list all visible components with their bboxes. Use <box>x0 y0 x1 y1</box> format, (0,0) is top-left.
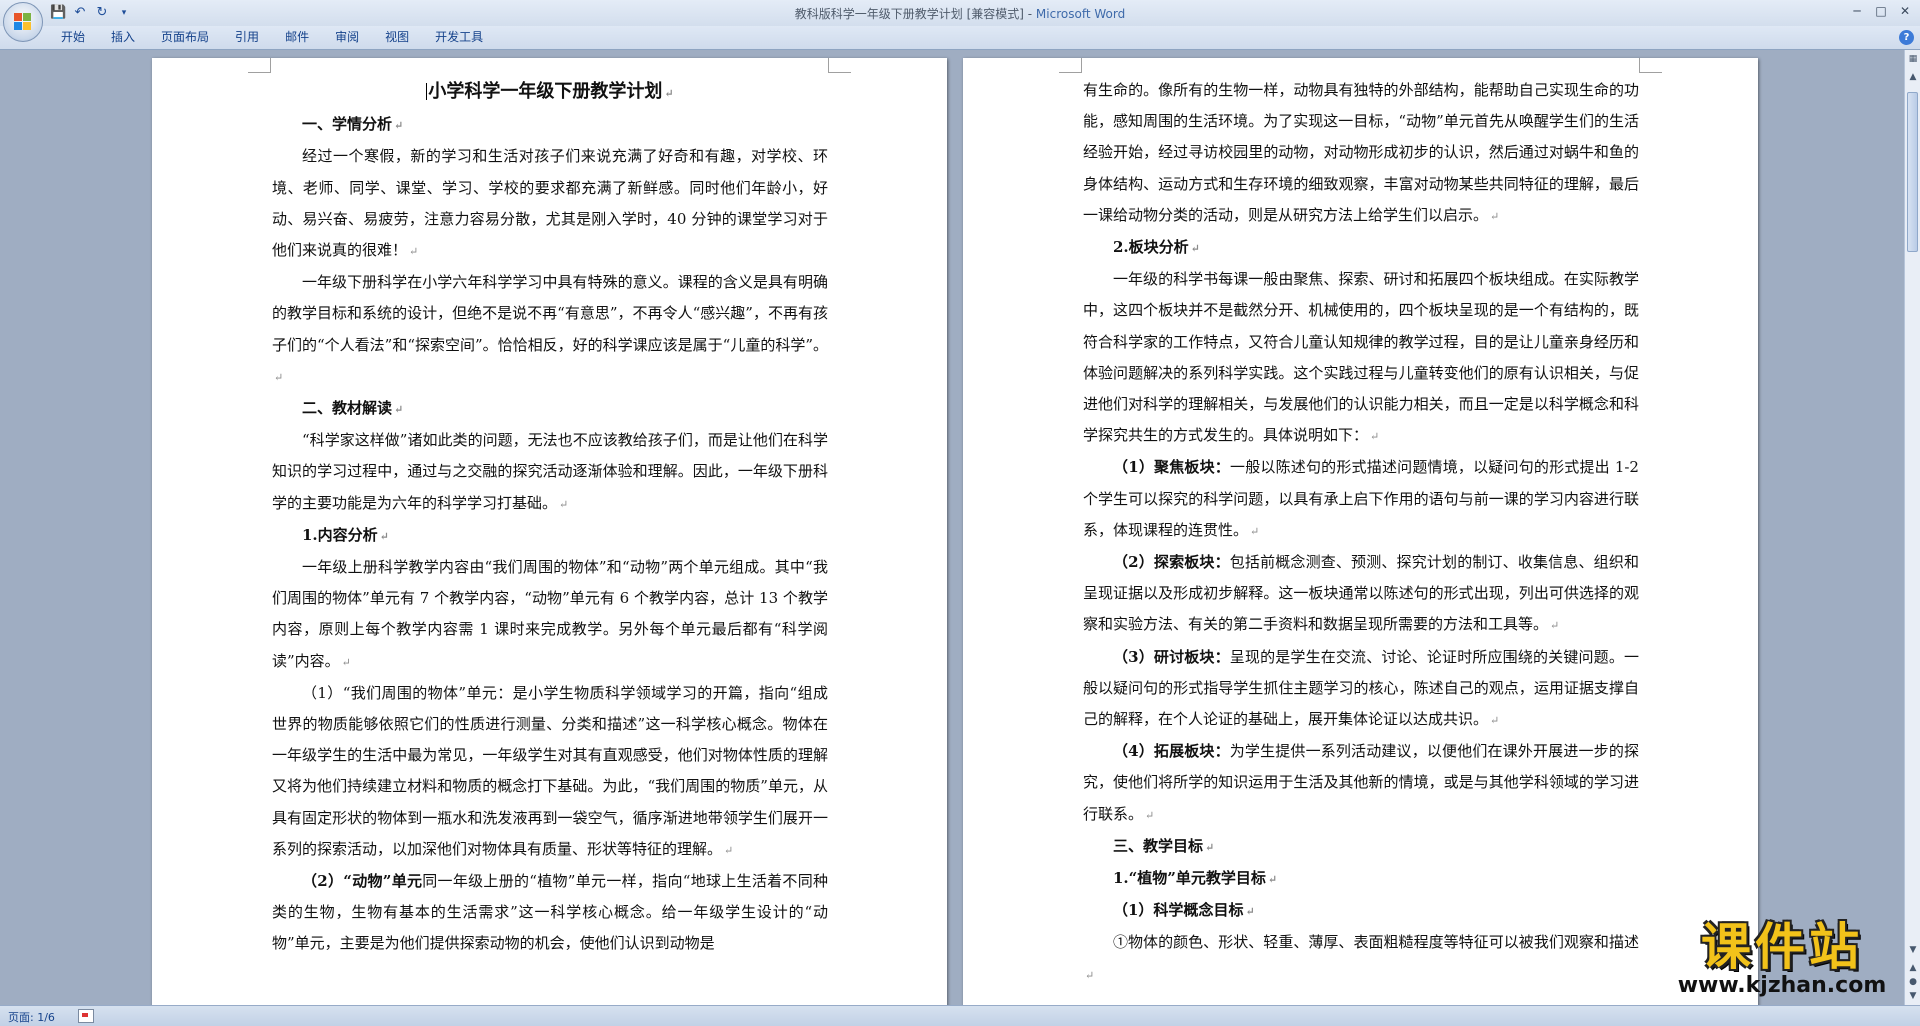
paragraph: “科学家这样做”诸如此类的问题，无法也不应该教给孩子们，而是让他们在科学知识的学… <box>272 431 828 512</box>
crop-mark <box>828 58 851 73</box>
paragraph: 一年级上册科学教学内容由“我们周围的物体”和“动物”两个单元组成。其中“我们周围… <box>272 558 828 670</box>
ribbon-tabs: 开始 插入 页面布局 引用 邮件 审阅 视图 开发工具 <box>48 26 496 49</box>
paragraph: （1）“我们周围的物体”单元：是小学生物质科学领域学习的开篇，指向“组成世界的物… <box>272 683 828 858</box>
scroll-down-icon[interactable]: ▼ <box>1906 943 1920 957</box>
next-page-icon[interactable]: ▼ <box>1906 989 1920 1003</box>
paragraph: （1）聚焦板块：一般以陈述句的形式描述问题情境，以疑问句的形式提出 1-2 个学… <box>1083 458 1639 539</box>
tab-home[interactable]: 开始 <box>48 26 98 49</box>
paragraph: （2）“动物”单元同一年级上册的“植物”单元一样，指向“地球上生活着不同种类的生… <box>272 872 828 953</box>
window-title: 教科版科学一年级下册教学计划 [兼容模式] - Microsoft Word <box>0 5 1920 22</box>
tab-developer[interactable]: 开发工具 <box>422 26 496 49</box>
tab-review[interactable]: 审阅 <box>322 26 372 49</box>
section-heading: 一、学情分析 ↵ <box>302 115 404 134</box>
tab-insert[interactable]: 插入 <box>98 26 148 49</box>
document-page-2[interactable]: 有生命的。像所有的生物一样，动物具有独特的外部结构，能帮助自己实现生命的功能，感… <box>963 58 1758 1005</box>
status-bar: 页面: 1/6 <box>0 1005 1920 1026</box>
section-heading: 1.内容分析 ↵ <box>302 525 389 544</box>
section-heading: （1）科学概念目标 ↵ <box>1113 901 1255 920</box>
window-controls: ─ □ ✕ <box>1846 2 1916 20</box>
ruler-toggle-icon[interactable]: ▦ <box>1906 52 1920 66</box>
document-page-1[interactable]: 小学科学一年级下册教学计划 ↵ 一、学情分析 ↵ 经过一个寒假，新的学习和生活对孩子… <box>152 58 947 1005</box>
section-heading: 三、教学目标 ↵ <box>1113 836 1215 855</box>
page-count[interactable]: 页面: 1/6 <box>8 1009 55 1025</box>
paragraph: 经过一个寒假，新的学习和生活对孩子们来说充满了好奇和有趣，对学校、环境、老师、同… <box>272 147 828 260</box>
vertical-scrollbar[interactable]: ▦ ▲ ▼ ▲ ● ▼ <box>1904 50 1920 1005</box>
minimize-button[interactable]: ─ <box>1846 2 1868 20</box>
crop-mark <box>248 58 271 73</box>
scroll-thumb[interactable] <box>1907 92 1918 252</box>
document-title: 小学科学一年级下册教学计划 ↵ <box>426 81 674 102</box>
title-bar: 💾 ↶ ↻ ▾ 教科版科学一年级下册教学计划 [兼容模式] - Microsof… <box>0 0 1920 26</box>
paragraph: （2）探索板块：包括前概念测查、预测、探究计划的制订、收集信息、组织和呈现证据以… <box>1083 553 1639 634</box>
document-name: 教科版科学一年级下册教学计划 [兼容模式] - <box>794 7 1036 21</box>
browse-object-icon[interactable]: ● <box>1906 975 1920 989</box>
tab-mailings[interactable]: 邮件 <box>272 26 322 49</box>
crop-mark <box>1639 58 1662 73</box>
document-workspace: 小学科学一年级下册教学计划 ↵ 一、学情分析 ↵ 经过一个寒假，新的学习和生活对孩子… <box>0 50 1904 1005</box>
paragraph: 一年级的科学书每课一般由聚焦、探索、研讨和拓展四个板块组成。在实际教学中，这四个… <box>1083 270 1639 445</box>
paragraph: （3）研讨板块：呈现的是学生在交流、讨论、论证时所应围绕的关键问题。一般以疑问句… <box>1083 647 1639 729</box>
tab-references[interactable]: 引用 <box>222 26 272 49</box>
office-button[interactable] <box>3 2 43 42</box>
office-logo-icon <box>14 13 32 31</box>
section-heading: 1.“植物”单元教学目标 ↵ <box>1113 869 1278 888</box>
close-button[interactable]: ✕ <box>1894 2 1916 20</box>
crop-mark <box>1059 58 1082 73</box>
maximize-button[interactable]: □ <box>1870 2 1892 20</box>
tab-view[interactable]: 视图 <box>372 26 422 49</box>
page-2-text: 有生命的。像所有的生物一样，动物具有独特的外部结构，能帮助自己实现生命的功能，感… <box>1083 75 1639 991</box>
proofing-icon[interactable] <box>78 1009 94 1023</box>
paragraph: 有生命的。像所有的生物一样，动物具有独特的外部结构，能帮助自己实现生命的功能，感… <box>1083 81 1639 224</box>
app-name: Microsoft Word <box>1035 7 1126 21</box>
previous-page-icon[interactable]: ▲ <box>1906 961 1920 975</box>
help-icon[interactable]: ? <box>1899 30 1914 45</box>
paragraph: 一年级下册科学在小学六年科学学习中具有特殊的意义。课程的含义是具有明确的教学目标… <box>272 273 829 384</box>
watermark-logo: 课件站 www.kjzhan.com <box>1664 920 1900 1000</box>
section-heading: 2.板块分析 ↵ <box>1113 238 1200 257</box>
ribbon-tab-row: 开始 插入 页面布局 引用 邮件 审阅 视图 开发工具 ? <box>0 26 1920 50</box>
scroll-up-icon[interactable]: ▲ <box>1906 70 1920 84</box>
section-heading: 二、教材解读 ↵ <box>302 399 404 418</box>
paragraph: ①物体的颜色、形状、轻重、薄厚、表面粗糙程度等特征可以被我们观察和描述↵ <box>1085 933 1639 982</box>
tab-page-layout[interactable]: 页面布局 <box>148 26 222 49</box>
watermark-url: www.kjzhan.com <box>1677 973 1887 998</box>
page-1-text: 小学科学一年级下册教学计划 ↵ 一、学情分析 ↵ 经过一个寒假，新的学习和生活对孩子… <box>272 76 828 960</box>
paragraph: （4）拓展板块：为学生提供一系列活动建议，以便他们在课外开展进一步的探究，使他们… <box>1083 742 1639 823</box>
watermark-text: 课件站 <box>1701 918 1863 976</box>
